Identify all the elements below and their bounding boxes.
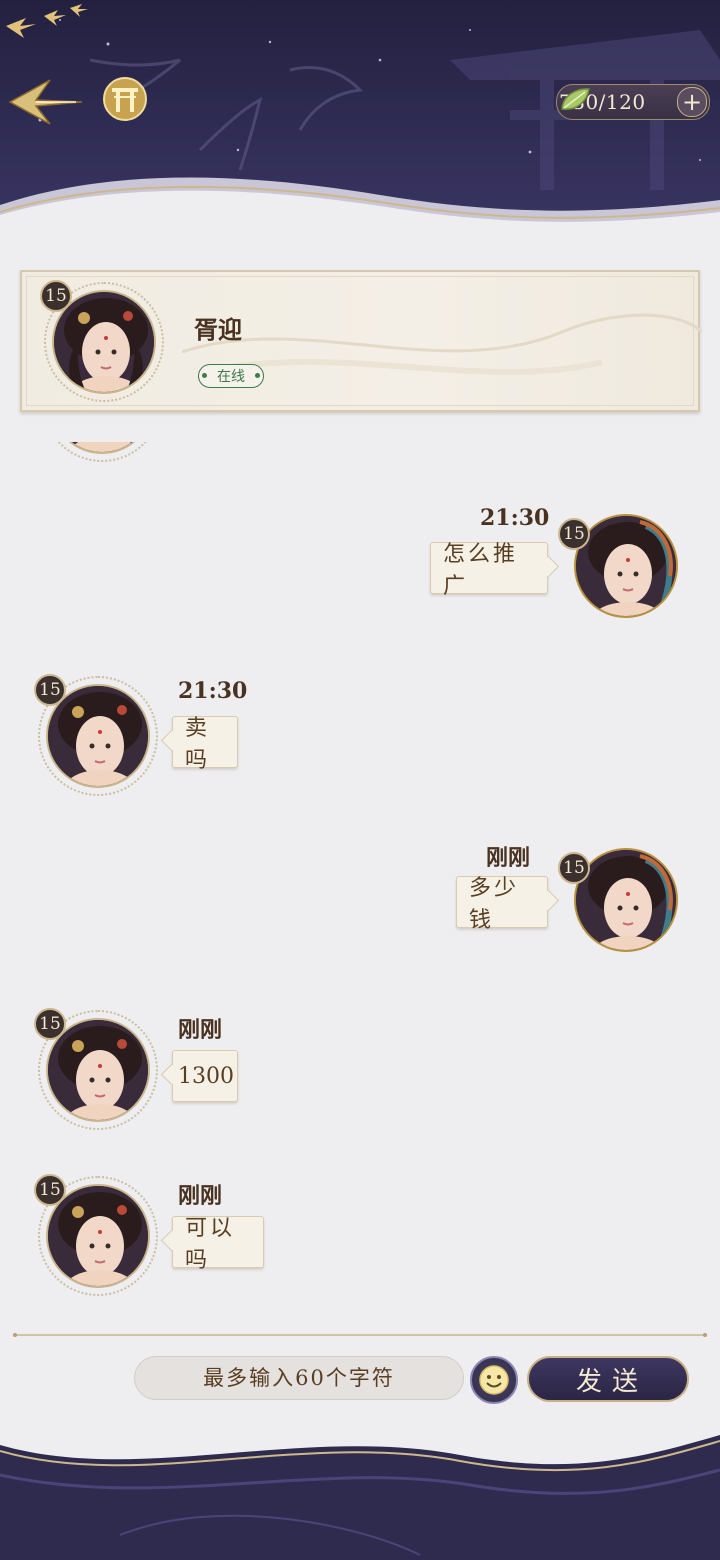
message-time: 21:30	[178, 678, 248, 704]
my-avatar[interactable]: 15	[558, 506, 686, 626]
message-bubble[interactable]: 可以吗	[172, 1216, 264, 1273]
contact-avatar[interactable]: 15	[34, 1174, 158, 1296]
swallows-decoration	[6, 4, 88, 38]
night-sky-banner	[0, 0, 720, 245]
currency-display: 730/120 +	[556, 84, 710, 120]
message-time: 刚刚	[178, 1183, 223, 1209]
contact-avatar[interactable]: 15	[40, 280, 164, 402]
portrait-image	[48, 1020, 148, 1120]
message-time: 刚刚	[178, 1017, 223, 1043]
portrait-image	[54, 292, 154, 392]
message-bubble[interactable]: 怎么推广	[430, 542, 548, 599]
message-bubble[interactable]: 多少钱	[456, 876, 548, 933]
contact-name: 胥迎	[194, 315, 242, 344]
level-badge: 15	[34, 674, 66, 706]
send-button-label: 发送	[575, 1366, 648, 1397]
portrait-image	[576, 516, 676, 616]
message-text: 多少钱	[469, 876, 520, 933]
message-text: 可以吗	[185, 1216, 236, 1273]
send-button[interactable]: 发送	[527, 1356, 689, 1402]
gate-button[interactable]	[102, 76, 148, 122]
message-bubble[interactable]: 1300	[172, 1050, 238, 1102]
message-time: 21:30	[480, 505, 550, 531]
message-time: 刚刚	[486, 845, 531, 871]
level-badge: 15	[558, 852, 590, 884]
smiley-icon	[479, 1365, 509, 1395]
message-text: 1300	[178, 1063, 234, 1089]
level-badge: 15	[558, 518, 590, 550]
cloud-swirl-decoration	[182, 313, 702, 375]
portrait-image	[48, 686, 148, 786]
online-status-badge: 在线	[198, 364, 264, 388]
contact-avatar[interactable]: 15	[34, 1008, 158, 1130]
message-bubble[interactable]: 卖吗	[172, 716, 238, 773]
message-input[interactable]	[134, 1356, 464, 1400]
top-header: 730/120 +	[0, 0, 720, 245]
level-badge: 15	[34, 1008, 66, 1040]
leaf-icon	[561, 88, 590, 110]
plus-icon: +	[681, 88, 703, 116]
message-text: 卖吗	[185, 716, 211, 773]
message-text: 怎么推广	[443, 542, 519, 599]
back-button[interactable]	[6, 72, 84, 128]
composer-divider	[13, 1333, 707, 1337]
level-badge: 15	[34, 1174, 66, 1206]
footer-wave-decoration	[0, 1435, 720, 1560]
contact-card[interactable]: 15 胥迎 在线	[20, 270, 702, 412]
level-badge: 15	[40, 280, 72, 312]
portrait-image	[48, 1186, 148, 1286]
add-currency-button[interactable]: +	[677, 87, 707, 117]
gate-icon	[103, 77, 147, 121]
emoji-button[interactable]	[470, 1356, 518, 1404]
portrait-image	[576, 850, 676, 950]
back-arrow-icon	[8, 79, 83, 125]
my-avatar[interactable]: 15	[558, 840, 686, 960]
contact-avatar[interactable]: 15	[34, 674, 158, 796]
